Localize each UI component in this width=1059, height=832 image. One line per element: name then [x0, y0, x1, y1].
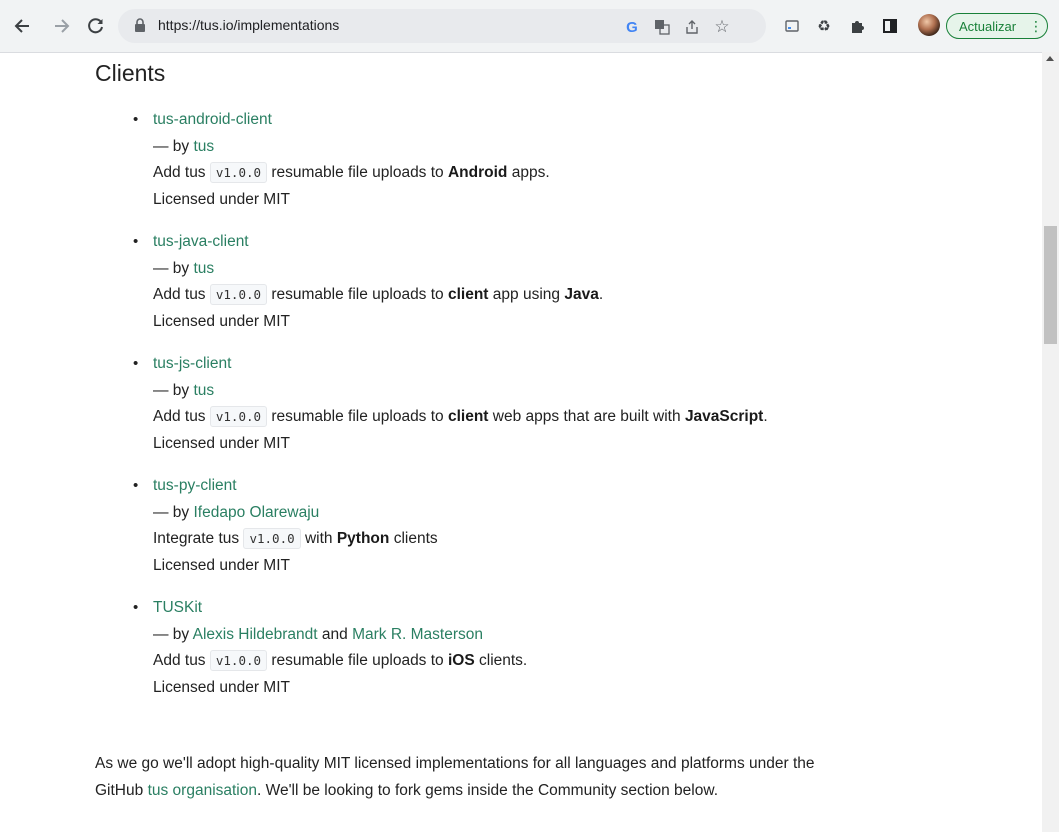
client-link[interactable]: tus-py-client: [153, 477, 237, 494]
author-link[interactable]: tus: [194, 138, 215, 155]
author-line: — by Ifedapo Olarewaju: [153, 503, 320, 521]
browser-toolbar: https://tus.io/implementations G ☆ ♻ Act…: [0, 0, 1059, 53]
google-icon[interactable]: G: [622, 17, 642, 37]
bookmark-star-icon[interactable]: ☆: [712, 17, 732, 37]
tus-organisation-link[interactable]: tus organisation: [148, 782, 257, 799]
author-line: — by Alexis Hildebrandt and Mark R. Mast…: [153, 625, 483, 643]
version-badge: v1.0.0: [209, 284, 268, 305]
license-line: Licensed under MIT: [153, 556, 290, 574]
license-line: Licensed under MIT: [153, 190, 290, 208]
version-badge: v1.0.0: [209, 162, 268, 183]
bullet: •: [133, 111, 139, 128]
reload-icon[interactable]: [82, 12, 110, 40]
list-item: • tus-js-client — by tus Add tus v1.0.0 …: [118, 351, 998, 457]
author-link[interactable]: Mark R. Masterson: [352, 626, 483, 643]
scroll-thumb[interactable]: [1044, 226, 1057, 344]
client-link[interactable]: TUSKit: [153, 599, 202, 616]
author-line: — by tus: [153, 259, 215, 277]
back-icon[interactable]: [8, 12, 36, 40]
recycle-icon[interactable]: ♻: [812, 14, 836, 38]
author-line: — by tus: [153, 381, 215, 399]
license-line: Licensed under MIT: [153, 434, 290, 452]
bullet: •: [133, 599, 139, 616]
description-line: Integrate tus v1.0.0 with Python clients: [153, 528, 438, 549]
bullet: •: [133, 233, 139, 250]
vertical-scrollbar[interactable]: [1042, 52, 1059, 832]
description-line: Add tus v1.0.0 resumable file uploads to…: [153, 162, 550, 183]
forward-icon[interactable]: [48, 12, 76, 40]
client-link[interactable]: tus-android-client: [153, 111, 272, 128]
client-link[interactable]: tus-java-client: [153, 233, 249, 250]
page-content: Clients • tus-android-client — by tus Ad…: [0, 52, 1042, 832]
author-link[interactable]: Ifedapo Olarewaju: [194, 504, 320, 521]
license-line: Licensed under MIT: [153, 678, 290, 696]
license-line: Licensed under MIT: [153, 312, 290, 330]
author-line: — by tus: [153, 137, 215, 155]
address-bar[interactable]: https://tus.io/implementations G ☆: [118, 9, 766, 43]
kebab-menu-icon[interactable]: ⋮: [1027, 16, 1045, 36]
list-item: • tus-android-client — by tus Add tus v1…: [118, 107, 998, 213]
clients-list: • tus-android-client — by tus Add tus v1…: [118, 107, 998, 717]
profile-avatar[interactable]: [918, 14, 940, 36]
list-item: • tus-py-client — by Ifedapo Olarewaju I…: [118, 473, 998, 579]
description-line: Add tus v1.0.0 resumable file uploads to…: [153, 406, 768, 427]
author-link[interactable]: tus: [194, 382, 215, 399]
description-line: Add tus v1.0.0 resumable file uploads to…: [153, 650, 528, 671]
footer-paragraph: As we go we'll adopt high-quality MIT li…: [95, 755, 815, 799]
extensions-puzzle-icon[interactable]: [845, 14, 869, 38]
share-icon[interactable]: [682, 17, 702, 37]
author-link[interactable]: Alexis Hildebrandt: [193, 626, 318, 643]
description-line: Add tus v1.0.0 resumable file uploads to…: [153, 284, 604, 305]
bullet: •: [133, 477, 139, 494]
list-item: • TUSKit — by Alexis Hildebrandt and Mar…: [118, 595, 998, 701]
url-text: https://tus.io/implementations: [158, 17, 340, 33]
translate-icon[interactable]: [652, 17, 672, 37]
update-label: Actualizar: [959, 19, 1017, 34]
client-link[interactable]: tus-js-client: [153, 355, 231, 372]
version-badge: v1.0.0: [243, 528, 301, 549]
version-badge: v1.0.0: [209, 406, 268, 427]
version-badge: v1.0.0: [209, 650, 268, 671]
section-heading: Clients: [95, 60, 166, 86]
list-item: • tus-java-client — by tus Add tus v1.0.…: [118, 229, 998, 335]
side-panel-icon[interactable]: [878, 14, 902, 38]
lock-icon: [134, 18, 146, 37]
scroll-up-arrow-icon[interactable]: [1046, 56, 1054, 61]
cast-icon[interactable]: [780, 14, 804, 38]
author-link[interactable]: tus: [194, 260, 215, 277]
bullet: •: [133, 355, 139, 372]
update-button[interactable]: Actualizar ⋮: [946, 13, 1048, 39]
